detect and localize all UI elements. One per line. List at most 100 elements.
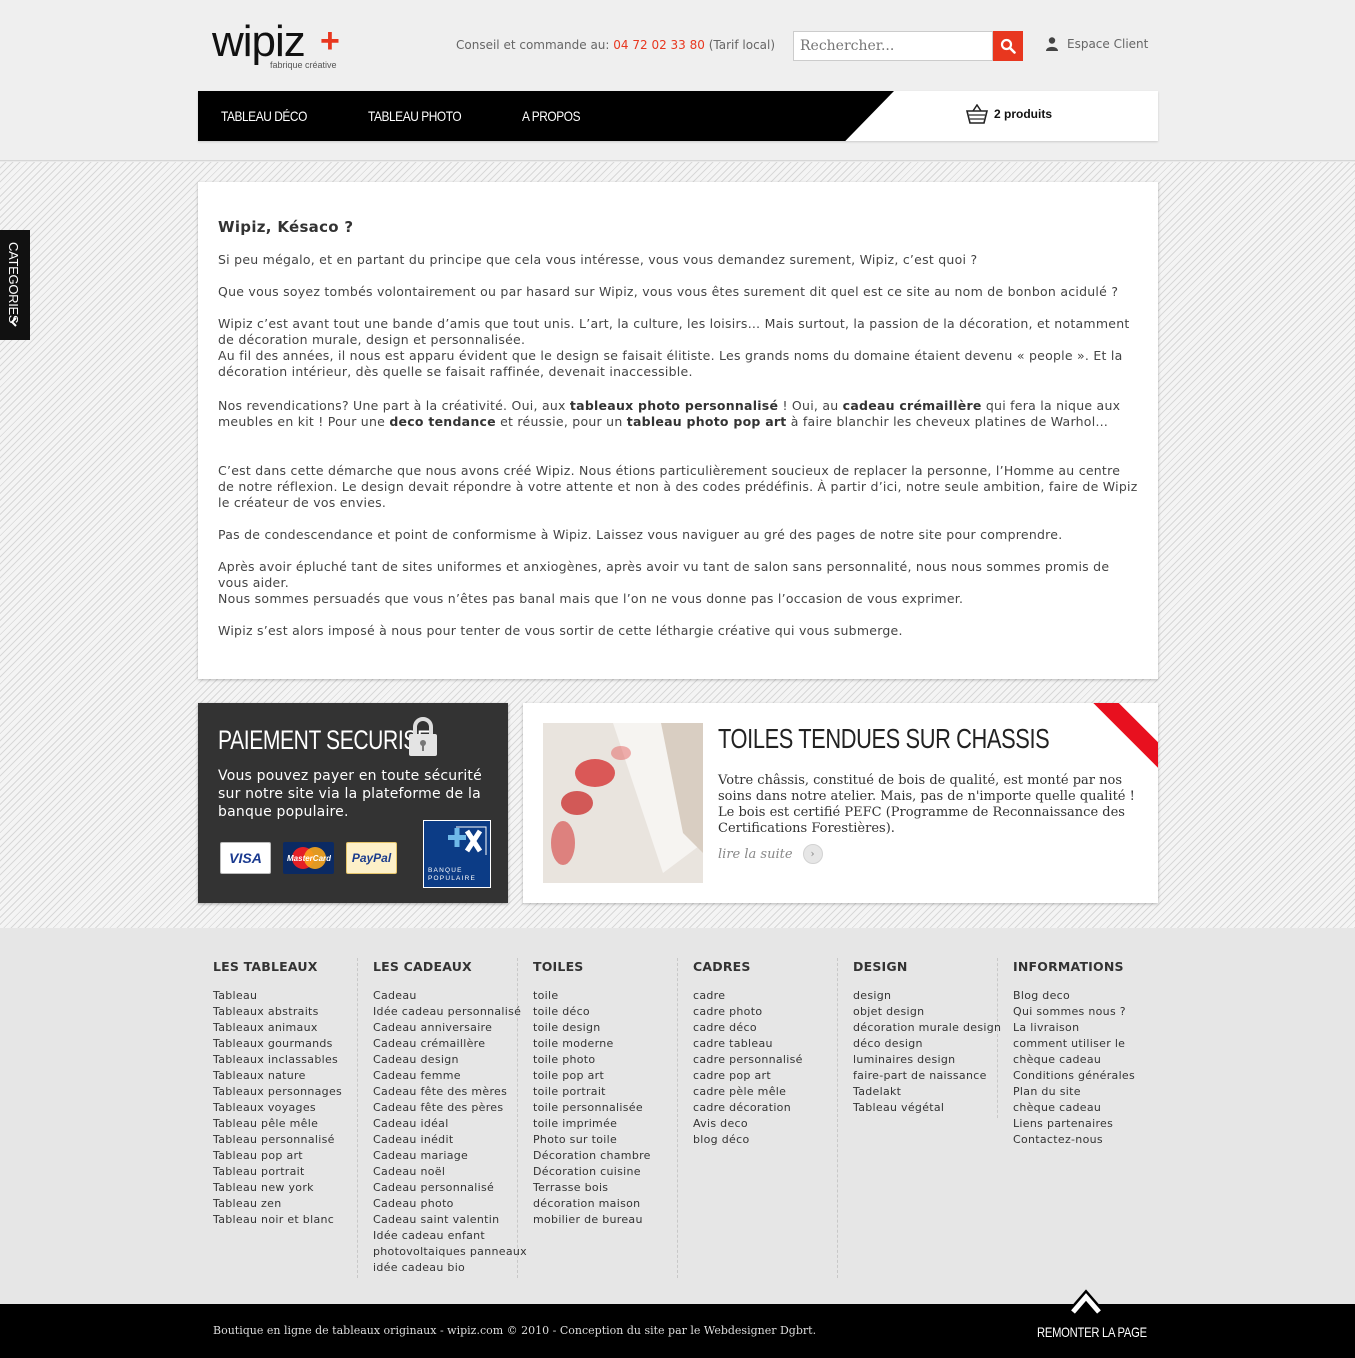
footer-link[interactable]: cadre photo — [693, 1004, 837, 1020]
footer-link[interactable]: décoration murale design — [853, 1020, 1001, 1036]
footer-link[interactable]: design — [853, 988, 997, 1004]
search-input[interactable] — [793, 31, 993, 61]
footer-link[interactable]: Conditions générales — [1013, 1068, 1158, 1084]
footer-link[interactable]: mobilier de bureau — [533, 1212, 677, 1228]
chevron-up-icon — [1069, 1289, 1103, 1316]
footer-link[interactable]: Tableaux personnages — [213, 1084, 357, 1100]
cart-button[interactable]: 2 produits — [966, 104, 1052, 124]
footer-link[interactable]: Cadeau fête des mères — [373, 1084, 517, 1100]
footer-link[interactable]: décoration maison — [533, 1196, 677, 1212]
copyright-text: Boutique en ligne de tableaux originaux … — [213, 1324, 817, 1337]
footer-link[interactable]: Cadeau crémaillère — [373, 1036, 517, 1052]
footer-link[interactable]: cadre tableau — [693, 1036, 837, 1052]
footer-link[interactable]: Plan du site — [1013, 1084, 1158, 1100]
footer-link[interactable]: Décoration cuisine — [533, 1164, 677, 1180]
footer-link[interactable]: Tableaux inclassables — [213, 1052, 357, 1068]
footer-link[interactable]: toile design — [533, 1020, 677, 1036]
footer-link[interactable]: Cadeau idéal — [373, 1116, 517, 1132]
contact-phone[interactable]: 04 72 02 33 80 — [613, 38, 705, 52]
footer-link[interactable]: toile déco — [533, 1004, 677, 1020]
footer-link[interactable]: toile pop art — [533, 1068, 677, 1084]
footer-link[interactable]: Tableau noir et blanc — [213, 1212, 357, 1228]
footer-link[interactable]: Tableau new york — [213, 1180, 357, 1196]
footer-link[interactable]: toile imprimée — [533, 1116, 677, 1132]
footer-link[interactable]: objet design — [853, 1004, 997, 1020]
footer-link[interactable]: faire-part de naissance — [853, 1068, 997, 1084]
footer-link[interactable]: toile moderne — [533, 1036, 677, 1052]
footer-link[interactable]: Avis deco — [693, 1116, 837, 1132]
footer-link[interactable]: Tableau pêle mêle — [213, 1116, 357, 1132]
account-link[interactable]: Espace Client — [1046, 37, 1148, 51]
footer-link[interactable]: Cadeau design — [373, 1052, 517, 1068]
footer-column-toiles: TOILES toile toile déco toile design toile … — [533, 958, 678, 1278]
footer-link[interactable]: La livraison — [1013, 1020, 1158, 1036]
footer-link[interactable]: Tableaux gourmands — [213, 1036, 357, 1052]
back-to-top-button[interactable]: REMONTER LA PAGE — [1030, 1288, 1147, 1348]
footer-link[interactable]: Idée cadeau personnalisé — [373, 1004, 521, 1020]
categories-tab[interactable]: CATEGORIES — [0, 230, 30, 340]
logo-wordmark: wipiz — [212, 17, 306, 66]
footer-link[interactable]: Cadeau photo — [373, 1196, 517, 1212]
footer-link[interactable]: déco design — [853, 1036, 997, 1052]
footer-link[interactable]: chèque cadeau — [1013, 1052, 1158, 1068]
footer-link[interactable]: Tableau personnalisé — [213, 1132, 357, 1148]
nav-item-tableau-deco[interactable]: TABLEAU DÉCO — [221, 91, 307, 141]
footer-link[interactable]: Idée cadeau enfant — [373, 1228, 517, 1244]
footer-link[interactable]: Cadeau fête des pères — [373, 1100, 517, 1116]
footer-link[interactable]: toile photo — [533, 1052, 677, 1068]
footer-link[interactable]: Photo sur toile — [533, 1132, 677, 1148]
footer-link[interactable]: cadre personnalisé — [693, 1052, 837, 1068]
footer-link[interactable]: Tableau portrait — [213, 1164, 357, 1180]
footer-link[interactable]: Cadeau inédit — [373, 1132, 517, 1148]
footer-link[interactable]: cadre déco — [693, 1020, 837, 1036]
footer-link[interactable]: Contactez-nous — [1013, 1132, 1158, 1148]
footer-link[interactable]: Tableau pop art — [213, 1148, 357, 1164]
footer-link[interactable]: cadre pèle mêle — [693, 1084, 837, 1100]
footer-link[interactable]: Blog deco — [1013, 988, 1158, 1004]
link-tableau-photo-pop-art[interactable]: tableau photo pop art — [627, 414, 787, 429]
footer-link[interactable]: Cadeau femme — [373, 1068, 517, 1084]
footer-link[interactable]: cadre pop art — [693, 1068, 837, 1084]
footer-link[interactable]: luminaires design — [853, 1052, 997, 1068]
footer-link[interactable]: cadre décoration — [693, 1100, 837, 1116]
footer-link[interactable]: Cadeau noël — [373, 1164, 517, 1180]
footer-link[interactable]: Tableau zen — [213, 1196, 357, 1212]
footer-link[interactable]: Cadeau personnalisé — [373, 1180, 517, 1196]
footer-link[interactable]: Tableaux abstraits — [213, 1004, 357, 1020]
promo-box: TOILES TENDUES SUR CHASSIS Votre châssis… — [523, 703, 1158, 903]
footer-link[interactable]: Cadeau anniversaire — [373, 1020, 517, 1036]
link-tableaux-photo-personnalise[interactable]: tableaux photo personnalisé — [570, 398, 778, 413]
footer-link[interactable]: Terrasse bois — [533, 1180, 677, 1196]
bottom-bar: Boutique en ligne de tableaux originaux … — [0, 1304, 1355, 1358]
footer-link[interactable]: blog déco — [693, 1132, 837, 1148]
footer-link[interactable]: Tableau — [213, 988, 357, 1004]
footer-link[interactable]: cadre — [693, 988, 837, 1004]
footer-link[interactable]: Tableau végétal — [853, 1100, 997, 1116]
read-more-link[interactable]: lire la suite › — [718, 844, 823, 864]
footer-link[interactable]: comment utiliser le — [1013, 1036, 1158, 1052]
footer-link[interactable]: Cadeau saint valentin — [373, 1212, 517, 1228]
footer-link[interactable]: toile — [533, 988, 677, 1004]
link-cadeau-cremaillere[interactable]: cadeau crémaillère — [843, 398, 982, 413]
footer-link[interactable]: toile personnalisée — [533, 1100, 677, 1116]
footer-link[interactable]: Qui sommes nous ? — [1013, 1004, 1158, 1020]
footer-link[interactable]: Liens partenaires — [1013, 1116, 1158, 1132]
footer-link[interactable]: photovoltaiques panneaux — [373, 1244, 527, 1260]
footer-link[interactable]: Tableaux nature — [213, 1068, 357, 1084]
logo[interactable]: wipiz + fabrique créative — [212, 20, 352, 72]
nav-item-tableau-photo[interactable]: TABLEAU PHOTO — [368, 91, 462, 141]
link-deco-tendance[interactable]: deco tendance — [389, 414, 496, 429]
footer-link[interactable]: Tableaux voyages — [213, 1100, 357, 1116]
canvas-photo[interactable] — [543, 723, 703, 883]
footer-link[interactable]: Tableaux animaux — [213, 1020, 357, 1036]
footer-link[interactable]: Tadelakt — [853, 1084, 997, 1100]
nav-item-a-propos[interactable]: A PROPOS — [522, 91, 581, 141]
footer-link[interactable]: chèque cadeau — [1013, 1100, 1158, 1116]
logo-plus-icon: + — [320, 22, 340, 60]
footer-link[interactable]: toile portrait — [533, 1084, 677, 1100]
footer-link[interactable]: Décoration chambre — [533, 1148, 677, 1164]
footer-link[interactable]: Cadeau mariage — [373, 1148, 517, 1164]
search-button[interactable] — [993, 31, 1023, 61]
footer-link[interactable]: idée cadeau bio — [373, 1260, 517, 1276]
footer-link[interactable]: Cadeau — [373, 988, 517, 1004]
